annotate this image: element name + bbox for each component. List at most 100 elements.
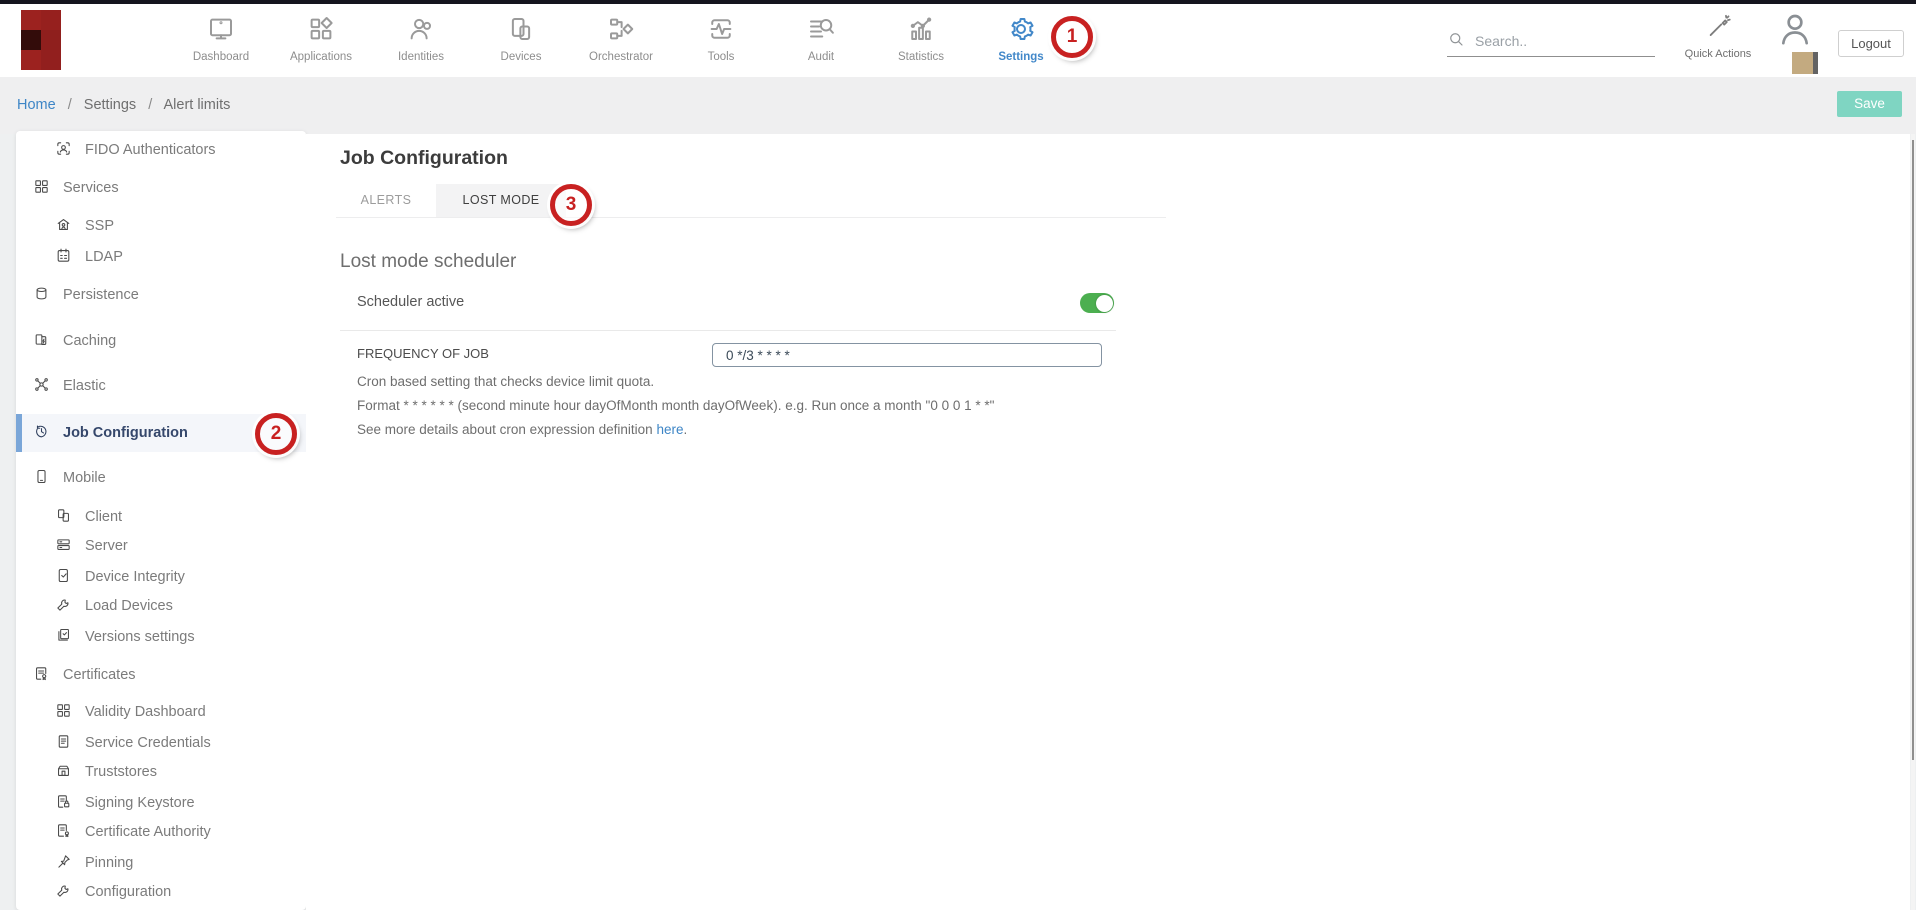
breadcrumb-home-link[interactable]: Home [17, 97, 56, 113]
annotation-circle-2: 2 [255, 413, 297, 455]
breadcrumb: Home / Settings / Alert limits [17, 77, 230, 134]
search-icon [1447, 30, 1465, 53]
truststore-safe-icon [55, 762, 85, 783]
scheduler-active-toggle[interactable] [1080, 293, 1114, 313]
sidebar-item-configuration[interactable]: Configuration [16, 877, 306, 907]
sidebar-item-server[interactable]: Server [16, 531, 306, 561]
sidebar-item-label: Service Credentials [85, 735, 211, 751]
job-clock-icon [33, 423, 63, 444]
devices-icon [506, 31, 536, 48]
sidebar-item-load-devices[interactable]: Load Devices [16, 591, 306, 621]
settings-gear-icon [1006, 31, 1036, 48]
search-input[interactable] [1473, 32, 1637, 50]
scrollbar-thumb[interactable] [1912, 140, 1914, 760]
sidebar-item-services[interactable]: Services [16, 173, 306, 203]
sidebar-item-label: Caching [63, 333, 116, 349]
wrench-icon [55, 882, 85, 903]
nav-item-orchestrator[interactable]: Orchestrator [571, 11, 671, 73]
sidebar-item-service-credentials[interactable]: Service Credentials [16, 728, 306, 758]
tab-lost-mode[interactable]: LOST MODE [436, 184, 566, 217]
sidebar-item-device-integrity[interactable]: Device Integrity [16, 562, 306, 592]
applications-icon [306, 31, 336, 48]
breadcrumb-settings: Settings [84, 97, 136, 113]
sidebar-item-label: SSP [85, 218, 114, 234]
nav-label: Dashboard [171, 51, 271, 63]
annotation-circle-3: 3 [550, 184, 592, 226]
frequency-help-line-1: Cron based setting that checks device li… [357, 374, 654, 389]
tools-icon [706, 31, 736, 48]
sidebar-item-label: Server [85, 538, 128, 554]
breadcrumb-bar: Home / Settings / Alert limits Save [0, 77, 1916, 134]
nav-item-audit[interactable]: Audit [771, 11, 871, 73]
frequency-help-line-3: See more details about cron expression d… [357, 422, 687, 437]
caching-icon [33, 331, 63, 352]
nav-label: Tools [671, 51, 771, 63]
fido-scan-icon [55, 140, 85, 161]
sidebar-item-fido-authenticators[interactable]: FIDO Authenticators [16, 135, 306, 165]
nav-item-applications[interactable]: Applications [271, 11, 371, 73]
nav-item-dashboard[interactable]: Dashboard [171, 11, 271, 73]
nav-item-devices[interactable]: Devices [471, 11, 571, 73]
quick-actions-label: Quick Actions [1668, 48, 1768, 60]
sidebar-item-persistence[interactable]: Persistence [16, 280, 306, 310]
user-avatar-icon[interactable] [1775, 9, 1815, 49]
main-nav: Dashboard Applications Identities Device… [171, 11, 1071, 73]
magic-wand-icon [1705, 26, 1732, 43]
sidebar-item-label: Persistence [63, 287, 139, 303]
identities-icon [406, 31, 436, 48]
scheduler-active-label: Scheduler active [357, 294, 464, 310]
sidebar-item-label: Elastic [63, 378, 106, 394]
breadcrumb-separator: / [148, 97, 152, 113]
sidebar-item-label: FIDO Authenticators [85, 142, 216, 158]
save-button[interactable]: Save [1837, 91, 1902, 117]
versions-stack-icon [55, 627, 85, 648]
nav-label: Orchestrator [571, 51, 671, 63]
database-icon [33, 285, 63, 306]
cert-authority-icon [55, 822, 85, 843]
sidebar-item-ssp[interactable]: SSP [16, 211, 306, 241]
sidebar-item-label: Versions settings [85, 629, 195, 645]
sidebar-item-caching[interactable]: Caching [16, 326, 306, 356]
quick-actions-button[interactable]: Quick Actions [1668, 12, 1768, 60]
sidebar-item-mobile[interactable]: Mobile [16, 463, 306, 493]
sidebar-item-pinning[interactable]: Pinning [16, 848, 306, 878]
sidebar-item-label: Device Integrity [85, 569, 185, 585]
logout-button[interactable]: Logout [1838, 30, 1904, 57]
brand-logo[interactable] [21, 10, 61, 70]
nav-item-statistics[interactable]: Statistics [871, 11, 971, 73]
settings-sidebar: FIDO Authenticators Services SSP LDAP Pe… [16, 131, 306, 910]
frequency-of-job-input[interactable] [712, 343, 1102, 367]
user-thumbnail-image[interactable] [1792, 52, 1818, 74]
wrench-icon [55, 596, 85, 617]
sidebar-item-versions-settings[interactable]: Versions settings [16, 622, 306, 652]
sidebar-item-ldap[interactable]: LDAP [16, 242, 306, 272]
sidebar-item-truststores[interactable]: Truststores [16, 757, 306, 787]
sidebar-item-label: Configuration [85, 884, 171, 900]
sidebar-item-client[interactable]: Client [16, 502, 306, 532]
row-divider [340, 330, 1116, 331]
nav-item-identities[interactable]: Identities [371, 11, 471, 73]
ldap-book-icon [55, 247, 85, 268]
sidebar-item-certificate-authority[interactable]: Certificate Authority [16, 817, 306, 847]
nav-item-tools[interactable]: Tools [671, 11, 771, 73]
orchestrator-icon [606, 31, 636, 48]
keystore-lock-icon [55, 793, 85, 814]
sidebar-item-label: LDAP [85, 249, 123, 265]
sidebar-item-label: Job Configuration [63, 425, 188, 441]
tab-alerts[interactable]: ALERTS [336, 184, 436, 217]
sidebar-item-certificates[interactable]: Certificates [16, 660, 306, 690]
credentials-doc-icon [55, 733, 85, 754]
sidebar-item-label: Pinning [85, 855, 133, 871]
device-check-icon [55, 567, 85, 588]
cron-definition-link[interactable]: here [656, 422, 683, 437]
sidebar-item-elastic[interactable]: Elastic [16, 371, 306, 401]
nav-label: Identities [371, 51, 471, 63]
nav-label: Settings [971, 51, 1071, 63]
sidebar-item-validity-dashboard[interactable]: Validity Dashboard [16, 697, 306, 727]
sidebar-item-label: Mobile [63, 470, 106, 486]
sidebar-item-signing-keystore[interactable]: Signing Keystore [16, 788, 306, 818]
sidebar-item-label: Signing Keystore [85, 795, 195, 811]
page-title: Job Configuration [340, 147, 508, 170]
audit-icon [806, 31, 836, 48]
server-stack-icon [55, 536, 85, 557]
